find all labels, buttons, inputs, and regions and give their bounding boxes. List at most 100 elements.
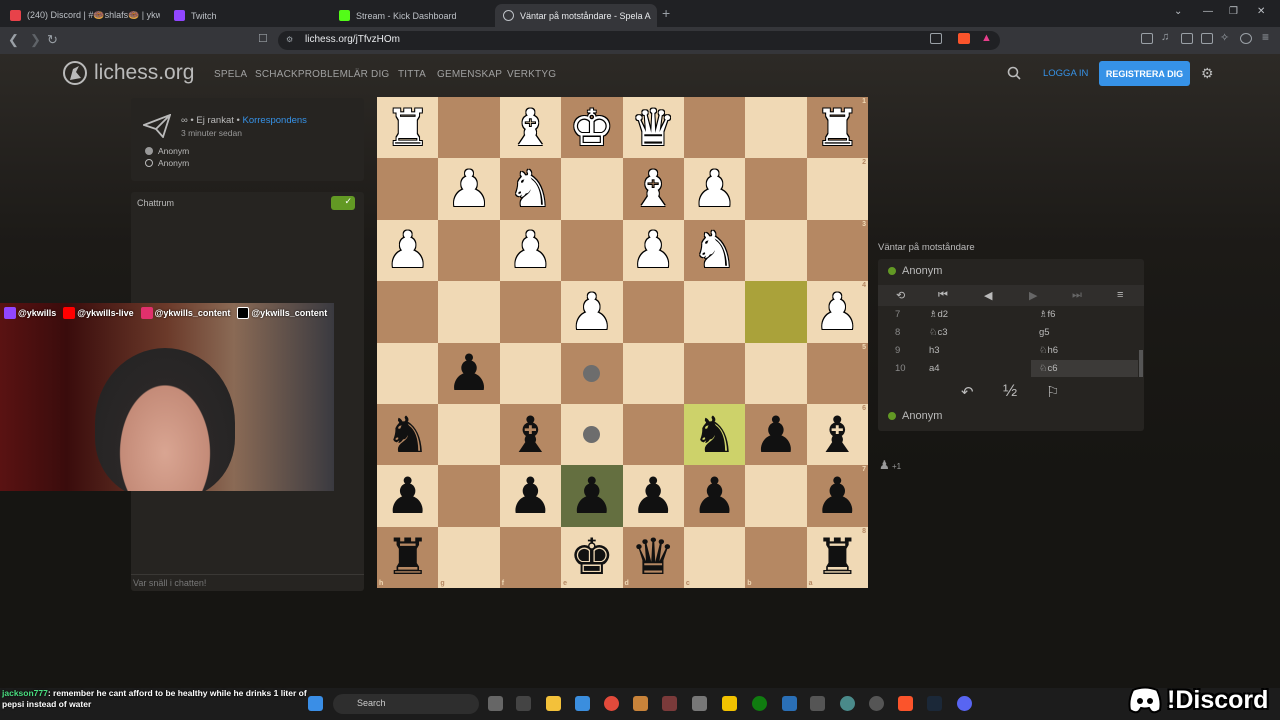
board-square[interactable]: ♛ d xyxy=(622,526,684,588)
next-move-icon[interactable]: ▶ xyxy=(1029,289,1037,302)
board-square[interactable] xyxy=(745,158,807,220)
board-square[interactable]: ♛ xyxy=(622,97,684,159)
black-bishop-icon[interactable]: ♝ xyxy=(508,410,553,460)
board-square[interactable] xyxy=(377,158,439,220)
white-move[interactable]: ♗d2 xyxy=(929,309,948,320)
media-icon[interactable]: ♫ xyxy=(1161,31,1173,43)
first-move-icon[interactable]: ⏮ xyxy=(938,289,948,302)
board-square[interactable] xyxy=(745,219,807,282)
white-pawn-icon[interactable]: ♟ xyxy=(385,225,430,275)
board-square[interactable]: ♟ 7 xyxy=(806,465,868,527)
board-square[interactable]: ♝ 6 xyxy=(806,403,868,466)
white-pawn-icon[interactable]: ♟ xyxy=(569,287,614,337)
app-icon[interactable] xyxy=(810,696,825,711)
wallet-icon[interactable] xyxy=(1201,33,1213,44)
black-rook-icon[interactable]: ♜ xyxy=(815,532,860,582)
board-square[interactable] xyxy=(377,342,439,404)
player-black[interactable]: Anonym xyxy=(145,158,189,168)
url-field[interactable]: lichess.org/jTfvzHOm xyxy=(278,31,1000,50)
board-square[interactable] xyxy=(499,281,562,343)
board-square[interactable]: ♟ xyxy=(683,465,746,527)
board-square[interactable] xyxy=(745,97,807,159)
menu-puzzles[interactable]: SCHACKPROBLEM xyxy=(255,69,348,80)
app-icon[interactable] xyxy=(782,696,797,711)
board-square[interactable]: ♟ xyxy=(438,158,500,220)
board-square[interactable]: ♟ xyxy=(622,465,684,527)
white-rook-icon[interactable]: ♜ xyxy=(385,103,430,153)
board-square[interactable]: ♜ xyxy=(377,97,439,159)
taskbar-search[interactable]: Search xyxy=(333,694,479,714)
vpn-icon[interactable] xyxy=(1240,33,1252,44)
white-bishop-icon[interactable]: ♝ xyxy=(508,103,553,153)
menu-play[interactable]: SPELA xyxy=(214,69,247,80)
board-square[interactable]: ♚ e xyxy=(561,526,623,588)
board-square[interactable] xyxy=(561,158,623,220)
board-square[interactable]: ♞ xyxy=(499,158,562,220)
board-square[interactable] xyxy=(683,342,746,404)
windows-start-icon[interactable] xyxy=(308,696,323,711)
black-knight-icon[interactable]: ♞ xyxy=(385,410,430,460)
board-square[interactable] xyxy=(499,342,562,404)
menu-community[interactable]: GEMENSKAP xyxy=(437,69,502,80)
white-move[interactable]: h3 xyxy=(929,345,940,356)
board-square[interactable]: ♟ xyxy=(377,465,439,527)
tab-search-icon[interactable]: ⌄ xyxy=(1174,6,1182,17)
register-button[interactable]: REGISTRERA DIG xyxy=(1099,61,1190,86)
white-queen-icon[interactable]: ♛ xyxy=(631,103,676,153)
site-info-icon[interactable]: ⚙ xyxy=(286,35,293,44)
correspondence-link[interactable]: Korrespondens xyxy=(242,115,306,126)
steam-icon[interactable] xyxy=(927,696,942,711)
legal-move-dot[interactable] xyxy=(583,426,601,444)
board-square[interactable] xyxy=(745,465,807,527)
prev-move-icon[interactable]: ◀ xyxy=(984,289,992,302)
white-bishop-icon[interactable]: ♝ xyxy=(631,164,676,214)
legal-move-dot[interactable] xyxy=(583,364,601,382)
chat-toggle[interactable]: ✓ xyxy=(331,196,355,210)
black-queen-icon[interactable]: ♛ xyxy=(631,532,676,582)
board-square[interactable]: 2 xyxy=(806,158,868,220)
chrome-icon[interactable] xyxy=(604,696,619,711)
white-rook-icon[interactable]: ♜ xyxy=(815,103,860,153)
tab-lichess[interactable]: Väntar på motståndare - Spela A✕ xyxy=(495,4,657,27)
close-window-icon[interactable]: ✕ xyxy=(1257,6,1265,17)
bottom-player[interactable]: Anonym xyxy=(888,410,942,422)
board-square[interactable]: c xyxy=(683,526,746,588)
store-icon[interactable] xyxy=(575,696,590,711)
menu-tools[interactable]: VERKTYG xyxy=(507,69,556,80)
white-pawn-icon[interactable]: ♟ xyxy=(815,287,860,337)
board-square[interactable]: ♝ xyxy=(499,403,562,466)
widgets-icon[interactable] xyxy=(516,696,531,711)
reload-icon[interactable]: ↻ xyxy=(47,32,58,48)
board-square[interactable]: ♟ xyxy=(683,158,746,220)
app-icon[interactable] xyxy=(840,696,855,711)
app-icon[interactable] xyxy=(662,696,677,711)
app-icon[interactable] xyxy=(869,696,884,711)
black-pawn-icon[interactable]: ♟ xyxy=(508,471,553,521)
black-pawn-icon[interactable]: ♟ xyxy=(815,471,860,521)
black-move[interactable]: ♗f6 xyxy=(1039,309,1055,320)
board-square[interactable]: ♟ xyxy=(499,219,562,282)
menu-icon[interactable]: ≡ xyxy=(1262,30,1274,44)
board-square[interactable]: ♟ 4 xyxy=(806,281,868,343)
black-bishop-icon[interactable]: ♝ xyxy=(815,410,860,460)
task-view-icon[interactable] xyxy=(488,696,503,711)
board-square[interactable]: ♜ 8 a xyxy=(806,526,868,588)
black-pawn-icon[interactable]: ♟ xyxy=(569,471,614,521)
player-white[interactable]: Anonym xyxy=(145,146,189,156)
black-move[interactable]: g5 xyxy=(1039,327,1050,338)
board-square[interactable]: b xyxy=(745,526,807,588)
board-square[interactable] xyxy=(622,342,684,404)
board-square[interactable]: ♟ xyxy=(622,219,684,282)
white-move[interactable]: a4 xyxy=(929,363,940,374)
flip-board-icon[interactable]: ⟲ xyxy=(896,289,905,302)
board-square[interactable]: ♞ xyxy=(377,403,439,466)
board-square[interactable] xyxy=(438,219,500,282)
board-square[interactable] xyxy=(438,465,500,527)
discord-taskbar-icon[interactable] xyxy=(957,696,972,711)
black-king-icon[interactable]: ♚ xyxy=(569,532,614,582)
tab-kick[interactable]: Stream - Kick Dashboard xyxy=(331,4,491,27)
top-player[interactable]: Anonym xyxy=(888,265,942,277)
tab-twitch[interactable]: Twitch xyxy=(166,4,326,27)
board-square[interactable]: ♜ 1 xyxy=(806,97,868,159)
bookmark-icon[interactable]: ☐ xyxy=(258,32,268,45)
